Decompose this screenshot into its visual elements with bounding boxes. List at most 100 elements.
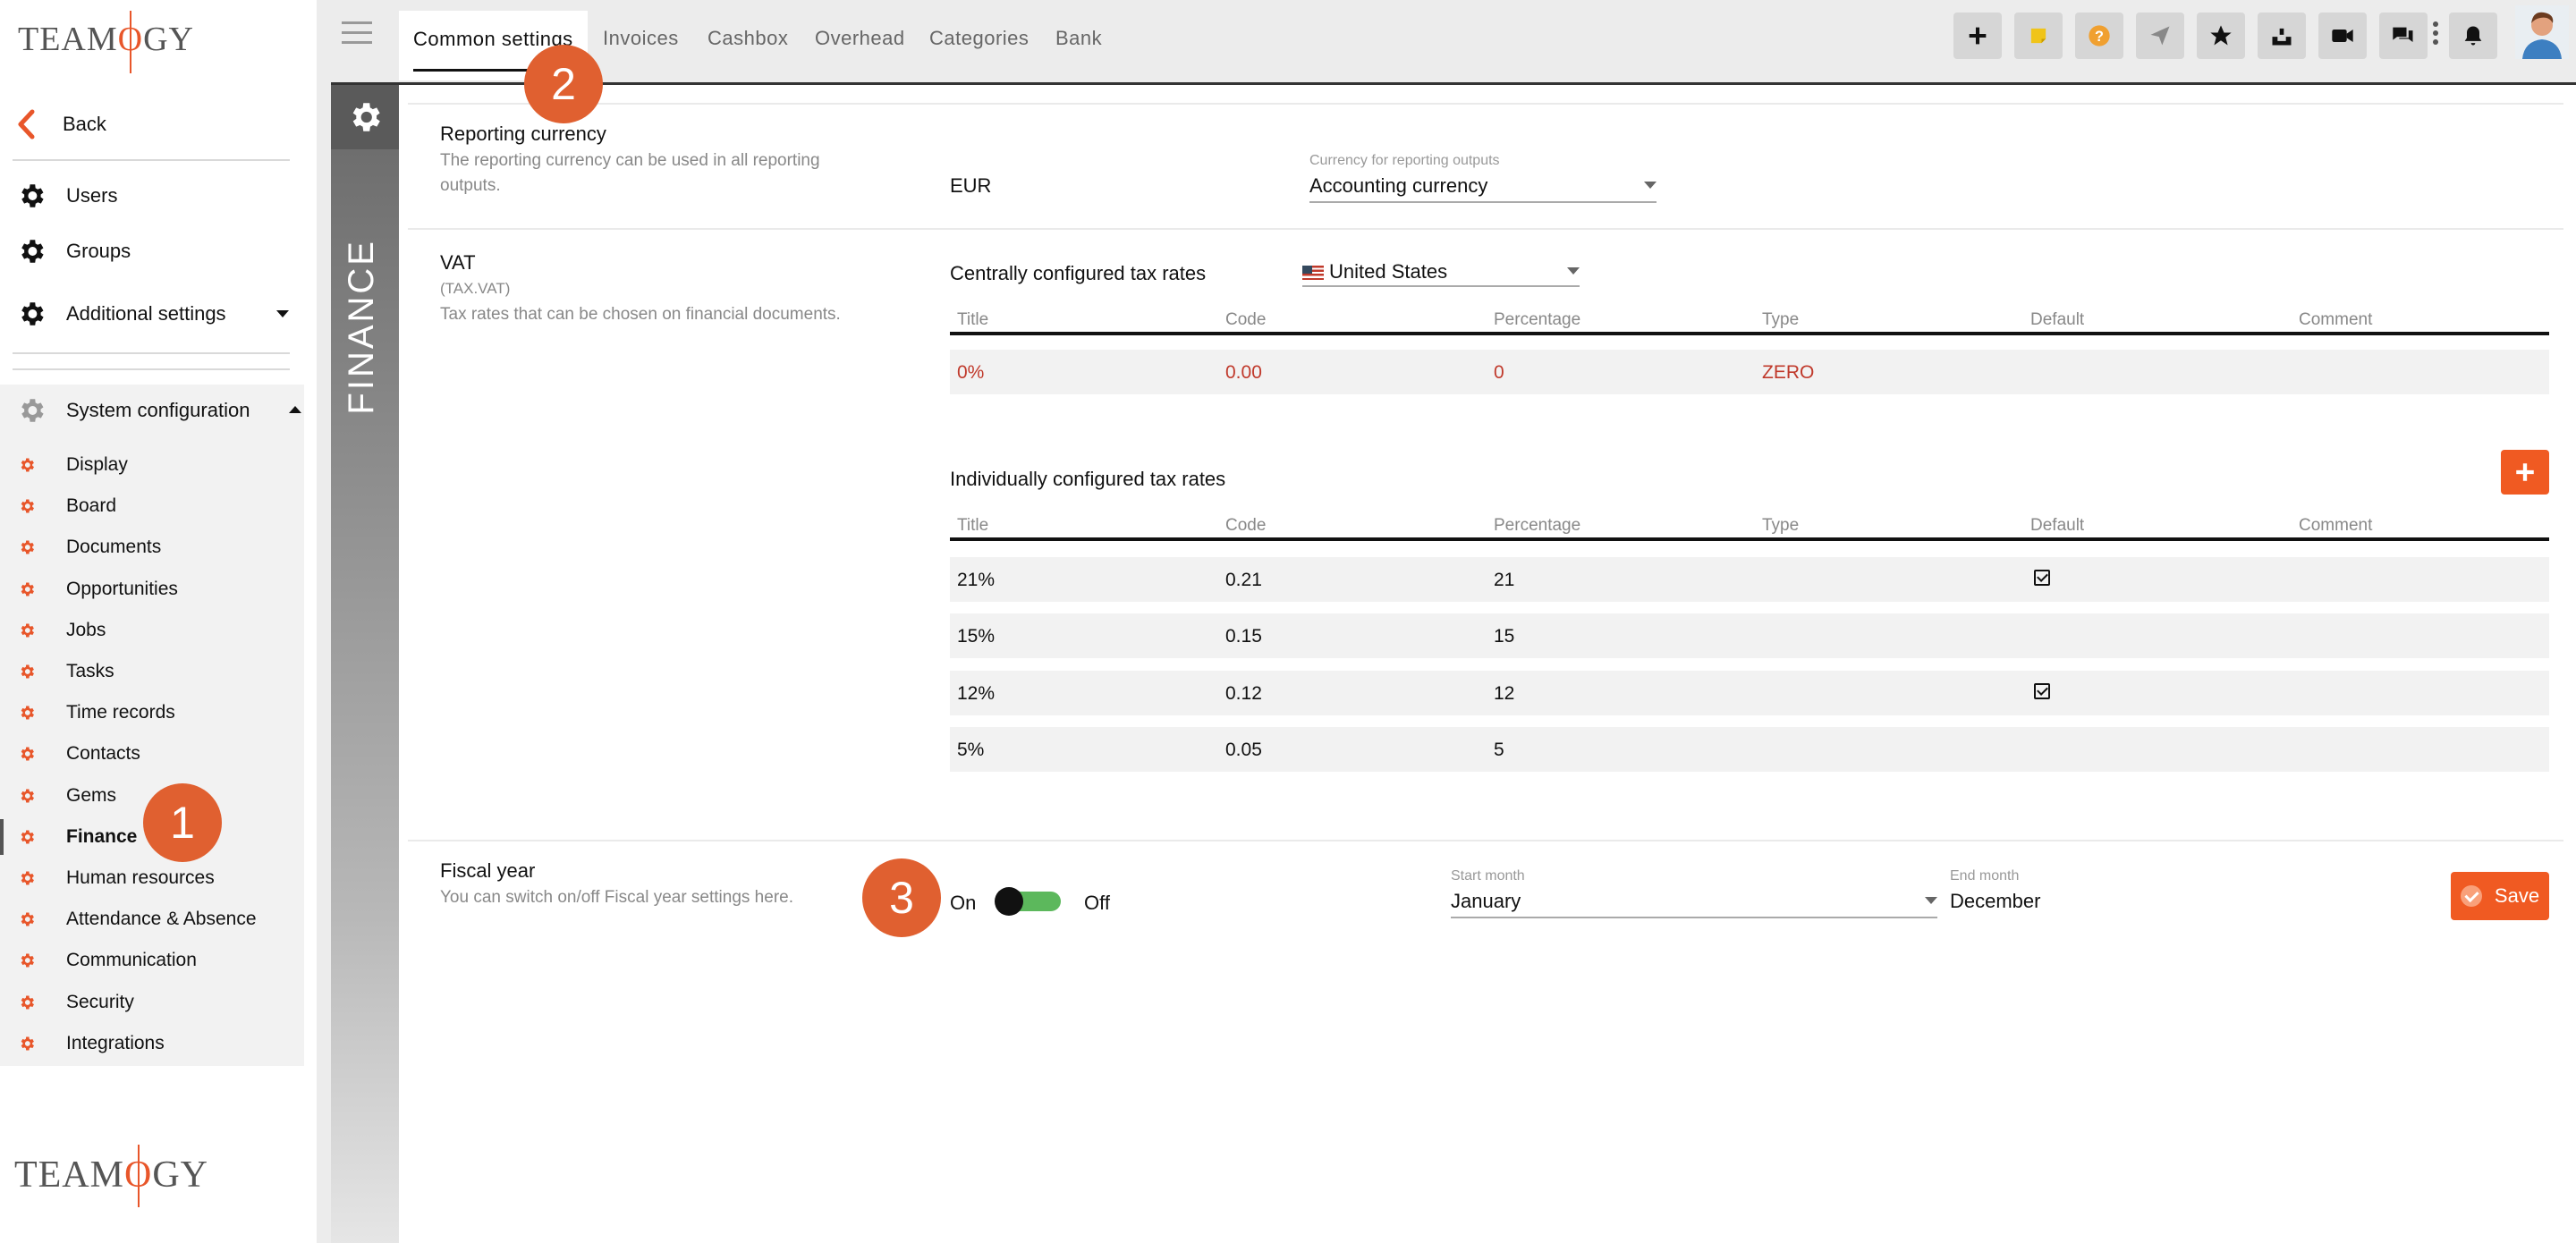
cell-percentage: 21 [1494, 570, 1515, 590]
col-comment: Comment [2299, 310, 2373, 329]
sidebar-item-groups[interactable]: Groups [16, 236, 131, 266]
sidebar-item-display[interactable]: Display [18, 447, 128, 483]
add-button[interactable] [1953, 13, 2002, 59]
sidebar-item-security[interactable]: Security [18, 985, 134, 1020]
add-tax-rate-button[interactable] [2501, 450, 2549, 495]
default-checkbox[interactable] [2034, 570, 2050, 586]
send-button[interactable] [2136, 13, 2184, 59]
settings-tab-button[interactable] [331, 85, 399, 149]
plus-icon [2516, 463, 2534, 481]
tab-bank[interactable]: Bank [1055, 27, 1102, 50]
step-badge: 3 [862, 858, 941, 937]
gear-icon [21, 240, 44, 263]
avatar[interactable] [2515, 5, 2569, 59]
gear-icon [21, 458, 34, 472]
us-flag-icon [1302, 266, 1324, 281]
table-row[interactable]: 15% 0.15 15 [950, 613, 2549, 659]
toggle-off-label: Off [1084, 892, 1110, 914]
select-underline [1309, 201, 1657, 203]
notifications-button[interactable] [2449, 13, 2497, 59]
sidebar-item-integrations[interactable]: Integrations [18, 1026, 165, 1061]
sidebar-item-finance[interactable]: Finance [18, 819, 137, 855]
tab-categories[interactable]: Categories [929, 27, 1029, 50]
sidebar-item-board[interactable]: Board [18, 488, 116, 524]
table-row[interactable]: 0% 0.00 0 ZERO [950, 350, 2549, 394]
table-row[interactable]: 12% 0.12 12 [950, 670, 2549, 715]
logo-text-left: TEAM [14, 1154, 124, 1196]
logo-mark: O [117, 21, 144, 58]
sidebar-item-communication[interactable]: Communication [18, 943, 197, 978]
cell-title: 0% [957, 362, 985, 383]
divider [13, 352, 290, 354]
sidebar-item-contacts[interactable]: Contacts [18, 736, 140, 772]
divider [13, 368, 290, 370]
vertical-tab-label: FINANCE [342, 239, 381, 415]
cell-percentage: 5 [1494, 739, 1504, 760]
end-month-label: End month [1950, 868, 2020, 884]
individual-rates-header: Title Code Percentage Type Default Comme… [950, 509, 2549, 541]
sidebar-item-label: Time records [66, 702, 175, 723]
individual-rates-label: Individually configured tax rates [950, 468, 1226, 490]
sidebar-item-tasks[interactable]: Tasks [18, 654, 114, 689]
currency-select[interactable]: Accounting currency [1309, 171, 1657, 203]
col-percentage: Percentage [1494, 516, 1581, 535]
more-vertical-icon[interactable] [2431, 20, 2440, 47]
additional-settings-label: Additional settings [66, 302, 226, 325]
help-button[interactable]: ? [2075, 13, 2123, 59]
help-icon: ? [2089, 25, 2110, 47]
start-month-select[interactable]: January [1451, 886, 1937, 918]
country-select[interactable]: United States [1302, 255, 1580, 287]
caret-up-icon[interactable] [289, 406, 301, 413]
inbox-button[interactable] [2258, 13, 2306, 59]
vat-description: Tax rates that can be chosen on financia… [440, 305, 841, 324]
notes-button[interactable] [2014, 13, 2063, 59]
sidebar-item-system-configuration[interactable]: System configuration [16, 395, 250, 426]
sidebar-item-gems[interactable]: Gems [18, 778, 116, 814]
col-comment: Comment [2299, 516, 2373, 535]
main-content: Reporting currency The reporting currenc… [408, 85, 2572, 1243]
svg-text:?: ? [2095, 29, 2104, 45]
reporting-currency-description-2: outputs. [440, 176, 501, 195]
sidebar-item-additional-settings[interactable]: Additional settings [16, 299, 226, 329]
badge-number: 1 [170, 798, 195, 848]
sidebar-item-attendance-absence[interactable]: Attendance & Absence [18, 901, 257, 937]
sidebar-item-documents[interactable]: Documents [18, 529, 161, 565]
save-button[interactable]: Save [2451, 872, 2549, 920]
currency-select-value: Accounting currency [1309, 174, 1488, 197]
fiscal-year-toggle[interactable] [995, 887, 1061, 916]
tab-cashbox[interactable]: Cashbox [708, 27, 788, 50]
caret-down-icon[interactable] [276, 310, 289, 317]
tab-invoices[interactable]: Invoices [603, 27, 679, 50]
tab-overhead[interactable]: Overhead [815, 27, 905, 50]
currency-select-label: Currency for reporting outputs [1309, 153, 1500, 168]
chat-button[interactable] [2379, 13, 2428, 59]
start-month-value: January [1451, 890, 1521, 912]
back-button[interactable]: Back [16, 109, 106, 140]
col-title: Title [957, 516, 989, 535]
sidebar-item-jobs[interactable]: Jobs [18, 613, 106, 648]
step-badge: 2 [524, 45, 603, 123]
default-checkbox[interactable] [2034, 682, 2050, 699]
users-label: Users [66, 184, 118, 207]
gear-icon [21, 664, 34, 679]
menu-icon[interactable] [342, 21, 372, 45]
sidebar-item-users[interactable]: Users [16, 181, 117, 211]
sidebar-item-human-resources[interactable]: Human resources [18, 860, 215, 896]
caret-down-icon [1925, 897, 1937, 904]
sidebar-item-label: Contacts [66, 743, 140, 765]
video-button[interactable] [2318, 13, 2367, 59]
save-label: Save [2494, 884, 2540, 907]
table-row[interactable]: 21% 0.21 21 [950, 557, 2549, 602]
favorites-button[interactable] [2197, 13, 2245, 59]
sidebar-item-opportunities[interactable]: Opportunities [18, 571, 178, 607]
table-row[interactable]: 5% 0.05 5 [950, 726, 2549, 772]
caret-down-icon [1567, 267, 1580, 275]
badge-number: 2 [551, 59, 576, 109]
sidebar-item-label: Human resources [66, 867, 215, 888]
top-bar: Common settings Invoices Cashbox Overhea… [317, 0, 2576, 82]
sidebar-item-time-records[interactable]: Time records [18, 695, 175, 731]
col-default: Default [2030, 516, 2085, 535]
country-name: United States [1329, 260, 1448, 283]
cell-code: 0.05 [1225, 739, 1262, 760]
finance-tab[interactable]: FINANCE [331, 149, 399, 1243]
